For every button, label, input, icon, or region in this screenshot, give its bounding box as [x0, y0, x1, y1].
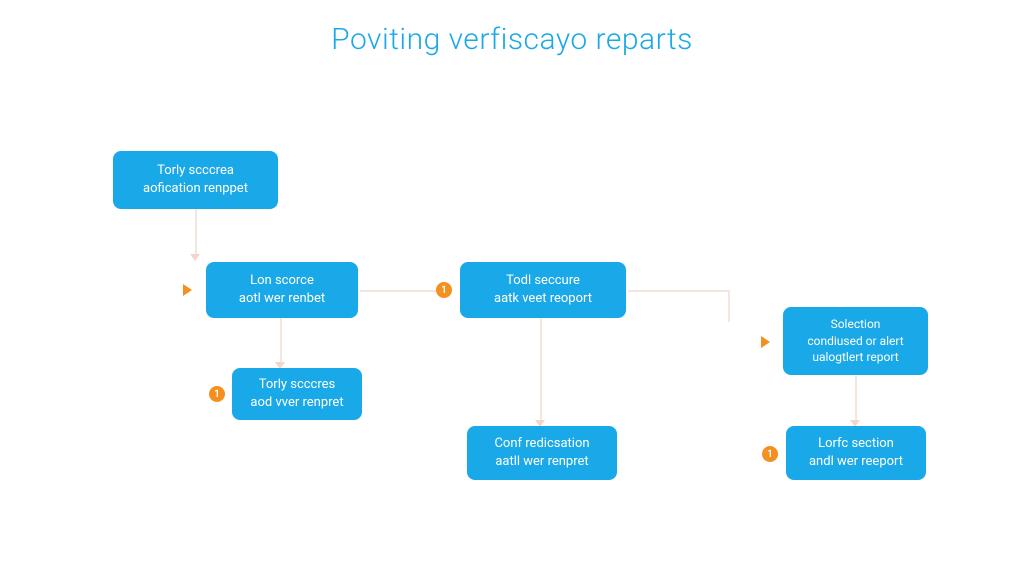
node-torly-scccrea: Torly scccrea aofication renppet [113, 151, 278, 209]
node-text: Conf redicsation [494, 435, 589, 453]
node-text: aatll wer renpret [495, 453, 588, 471]
node-text: Lon scorce [250, 272, 314, 290]
node-todl-seccure: Todl seccure aatk veet reoport [460, 262, 626, 318]
badge-icon: 1 [436, 282, 452, 298]
node-text: Solection [831, 316, 881, 333]
diagram-title: Poviting verfiscayo reparts [0, 22, 1024, 57]
connector [280, 318, 282, 366]
node-text: ualogtlert report [812, 349, 898, 366]
node-text: Lorfc section [818, 435, 894, 453]
node-text: aotl wer renbet [239, 290, 325, 308]
node-solection: Solection condiused or alert ualogtlert … [783, 307, 928, 375]
node-text: aod vver renpret [250, 394, 343, 412]
badge-icon: 1 [209, 386, 225, 402]
connector [195, 209, 197, 257]
node-text: Torly scccrea [157, 162, 234, 180]
node-conf-redicsation: Conf redicsation aatll wer renpret [467, 426, 617, 480]
arrow-down-icon [190, 254, 200, 261]
node-text: Todl seccure [506, 272, 580, 290]
node-lorfc-section: Lorfc section andl wer reeport [786, 426, 926, 480]
node-text: aofication renppet [143, 180, 248, 198]
badge-icon: 1 [762, 446, 778, 462]
node-text: aatk veet reoport [494, 290, 592, 308]
node-lon-scorce: Lon scorce aotl wer renbet [206, 262, 358, 318]
play-icon [183, 284, 192, 296]
node-text: andl wer reeport [809, 453, 903, 471]
node-text: Torly scccres [259, 376, 336, 394]
node-text: condiused or alert [807, 333, 903, 350]
connector [628, 290, 728, 292]
play-icon [761, 336, 770, 348]
connector [728, 290, 730, 322]
connector [855, 376, 857, 424]
connector [540, 318, 542, 424]
node-torly-scccres: Torly scccres aod vver renpret [232, 368, 362, 420]
